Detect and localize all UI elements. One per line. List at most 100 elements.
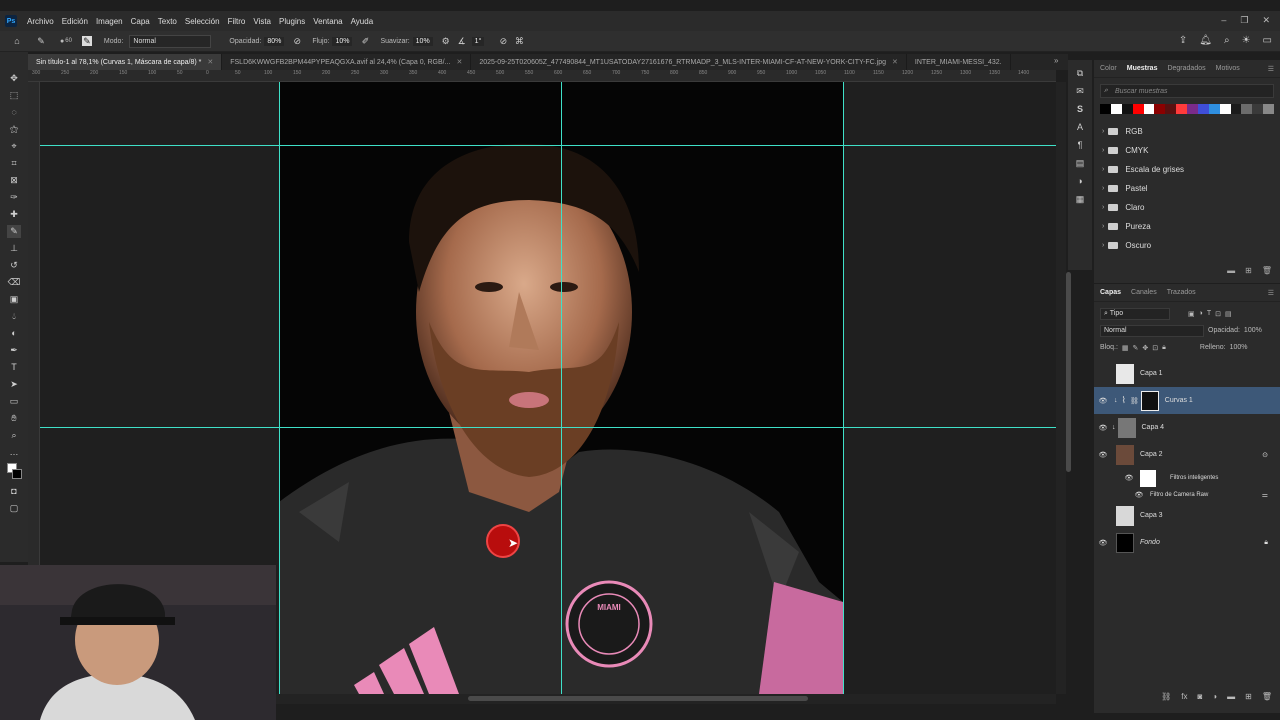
magic-wand-icon[interactable]: ⚝ — [7, 123, 21, 136]
color-swatch[interactable] — [1208, 104, 1220, 114]
opacity-input[interactable]: 80% — [264, 36, 285, 46]
pen-tool-icon[interactable]: ✒ — [7, 344, 21, 357]
gear-icon[interactable]: ⚙ — [441, 36, 451, 46]
layer-row[interactable]: Capa 3 — [1094, 502, 1280, 529]
guide-line[interactable] — [561, 82, 562, 694]
swatch-folder[interactable]: › Pureza — [1094, 217, 1280, 236]
swatch-folder[interactable]: › CMYK — [1094, 141, 1280, 160]
menu-texto[interactable]: Texto — [154, 17, 181, 26]
guide-line[interactable] — [843, 82, 844, 694]
history-brush-icon[interactable]: ↺ — [7, 259, 21, 272]
color-swatch[interactable] — [1230, 104, 1242, 114]
eye-icon[interactable]: 👁︎ — [1134, 491, 1144, 499]
type-tool-icon[interactable]: T — [7, 361, 21, 374]
adjustments-icon[interactable]: ◑ — [1075, 176, 1085, 186]
blend-mode-select[interactable]: Normal — [1100, 324, 1204, 337]
color-swatches-icon[interactable] — [7, 463, 22, 481]
trash-icon[interactable]: 🗑︎ — [1262, 692, 1272, 701]
lock-artboard-icon[interactable]: ⊡ — [1152, 344, 1158, 352]
color-swatch[interactable] — [1121, 104, 1133, 114]
color-swatch[interactable] — [1165, 104, 1177, 114]
layer-filter-select[interactable]: ⌕ Tipo — [1100, 307, 1170, 320]
color-swatch[interactable] — [1197, 104, 1209, 114]
close-icon[interactable]: ✕ — [207, 58, 213, 66]
menu-archivo[interactable]: Archivo — [23, 17, 58, 26]
character-icon[interactable]: A — [1075, 122, 1085, 132]
color-swatch[interactable] — [1132, 104, 1144, 114]
color-swatch[interactable] — [1143, 104, 1155, 114]
screen-mode-icon[interactable]: ▢ — [7, 502, 21, 515]
tab-motivos[interactable]: Motivos — [1216, 65, 1240, 72]
crop-tool-icon[interactable]: ⌗ — [7, 157, 21, 170]
tab-muestras[interactable]: Muestras — [1127, 65, 1158, 72]
close-icon[interactable]: ✕ — [892, 58, 898, 66]
search-icon[interactable]: ⌕ — [1224, 35, 1230, 46]
quick-mask-icon[interactable]: ◘ — [7, 485, 21, 498]
menu-ventana[interactable]: Ventana — [309, 17, 346, 26]
guide-line[interactable] — [40, 145, 1056, 146]
menu-ayuda[interactable]: Ayuda — [347, 17, 378, 26]
vertical-scrollbar[interactable] — [1056, 82, 1071, 694]
brush-preset-picker[interactable]: ● 60 — [60, 38, 72, 45]
menu-seleccion[interactable]: Selección — [181, 17, 224, 26]
menu-edicion[interactable]: Edición — [58, 17, 92, 26]
document-tab[interactable]: Sin título-1 al 78,1% (Curvas 1, Máscara… — [28, 54, 223, 70]
document-tab[interactable]: 2025-09-25T020605Z_477490844_MT1USATODAY… — [471, 54, 907, 70]
swatch-folder[interactable]: › Claro — [1094, 198, 1280, 217]
filter-adjust-icon[interactable]: ◑ — [1199, 310, 1203, 317]
lasso-tool-icon[interactable]: ◌ — [7, 106, 21, 119]
menu-plugins[interactable]: Plugins — [275, 17, 309, 26]
share-icon[interactable]: ⇪ — [1179, 35, 1187, 46]
tab-color[interactable]: Color — [1100, 65, 1117, 72]
swatch-folder[interactable]: › Escala de grises — [1094, 160, 1280, 179]
pressure-opacity-icon[interactable]: ⊘ — [292, 36, 302, 46]
layer-row[interactable]: Capa 1 — [1094, 360, 1280, 387]
hand-tool-icon[interactable]: ✋︎ — [7, 412, 21, 425]
panel-menu-icon[interactable]: ☰ — [1268, 289, 1274, 297]
gradient-tool-icon[interactable]: ▣ — [7, 293, 21, 306]
guide-line[interactable] — [40, 427, 1056, 428]
workspace-icon[interactable]: ▭ — [1263, 35, 1272, 46]
lock-pixels-icon[interactable]: ✎ — [1133, 344, 1139, 352]
new-swatch-icon[interactable]: ⊞ — [1245, 266, 1252, 275]
object-select-icon[interactable]: ⌖ — [7, 140, 21, 153]
layer-row[interactable]: 👁︎ ↓ ⌇ ⛓︎ Curvas 1 — [1094, 387, 1280, 414]
minimize-icon[interactable]: – — [1221, 15, 1226, 26]
filter-mask-thumbnail[interactable] — [1140, 469, 1156, 487]
lock-position-icon[interactable]: ✥ — [1142, 344, 1148, 352]
close-icon[interactable]: ✕ — [1262, 15, 1270, 26]
angle-input[interactable]: 1° — [471, 36, 485, 46]
layer-row[interactable]: 👁︎ Capa 2 ⊙ — [1094, 441, 1280, 468]
layer-mask-thumbnail[interactable] — [1140, 390, 1159, 411]
filter-smart-icon[interactable]: ▤ — [1225, 310, 1232, 318]
rectangle-tool-icon[interactable]: ▭ — [7, 395, 21, 408]
swatches-search-input[interactable]: ⌕ Buscar muestras — [1100, 84, 1274, 98]
layer-row[interactable]: 👁︎ ↓ Capa 4 — [1094, 414, 1280, 441]
menu-capa[interactable]: Capa — [127, 17, 154, 26]
color-swatch[interactable] — [1187, 104, 1198, 114]
swatch-s-icon[interactable]: S — [1075, 104, 1085, 114]
properties-icon[interactable]: ▤ — [1075, 158, 1085, 168]
swatch-folder[interactable]: › Pastel — [1094, 179, 1280, 198]
color-swatch[interactable] — [1154, 104, 1166, 114]
smoothing-input[interactable]: 10% — [412, 36, 433, 46]
document-tab[interactable]: FSLD6KWWGFB2BPM44PYPEAQGXA.avif al 24,4%… — [222, 54, 472, 70]
color-swatch[interactable] — [1110, 104, 1122, 114]
filter-type-icon[interactable]: T — [1207, 310, 1211, 317]
add-mask-icon[interactable]: ◙ — [1197, 692, 1202, 701]
eye-icon[interactable]: 👁︎ — [1098, 539, 1108, 547]
fill-input[interactable]: 100% — [1230, 344, 1248, 351]
layer-row[interactable]: 👁︎ Fondo 🔒︎ — [1094, 529, 1280, 556]
clone-stamp-icon[interactable]: ⊥ — [7, 242, 21, 255]
filter-pixel-icon[interactable]: ▣ — [1188, 310, 1195, 318]
eye-icon[interactable]: 👁︎ — [1098, 424, 1108, 432]
frame-tool-icon[interactable]: ⊠ — [7, 174, 21, 187]
marquee-tool-icon[interactable]: ⬚ — [7, 89, 21, 102]
bell-icon[interactable]: 🔔︎ — [1199, 35, 1212, 46]
link-layers-icon[interactable]: ⛓︎ — [1161, 692, 1171, 701]
restore-icon[interactable]: ❐ — [1240, 15, 1248, 26]
eye-icon[interactable]: 👁︎ — [1098, 397, 1108, 405]
history-icon[interactable]: ⧉ — [1075, 68, 1085, 78]
brush-settings-icon[interactable]: ✎ — [81, 36, 92, 46]
scrollbar-thumb[interactable] — [468, 696, 808, 701]
